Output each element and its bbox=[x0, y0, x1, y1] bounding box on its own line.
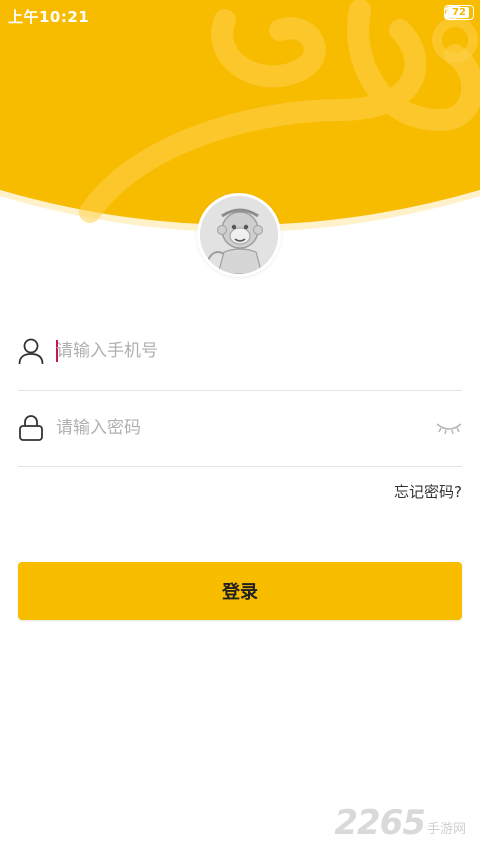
watermark-text: 手游网 bbox=[426, 822, 466, 837]
status-time: 上午10:21 bbox=[8, 8, 90, 26]
user-icon bbox=[18, 338, 44, 365]
status-bar: 上午10:21 72 bbox=[0, 0, 480, 30]
phone-input[interactable] bbox=[56, 335, 416, 367]
password-field bbox=[18, 400, 462, 460]
avatar bbox=[197, 193, 281, 277]
eye-closed-icon[interactable] bbox=[436, 420, 462, 436]
status-icons: 72 bbox=[444, 5, 474, 21]
avatar-image bbox=[200, 196, 278, 274]
login-button[interactable]: 登录 bbox=[18, 562, 462, 620]
watermark-number: 2265 bbox=[334, 803, 426, 843]
lock-icon bbox=[19, 415, 43, 441]
battery-icon: 72 bbox=[444, 5, 474, 20]
battery-level: 72 bbox=[449, 7, 469, 18]
password-divider bbox=[18, 466, 462, 467]
watermark: 2265 手游网 bbox=[334, 803, 466, 843]
phone-field bbox=[18, 323, 462, 383]
password-input[interactable] bbox=[56, 412, 416, 444]
monkey-mascot-icon bbox=[200, 196, 278, 274]
forgot-password-link[interactable]: 忘记密码? bbox=[394, 481, 462, 502]
phone-divider bbox=[18, 390, 462, 391]
